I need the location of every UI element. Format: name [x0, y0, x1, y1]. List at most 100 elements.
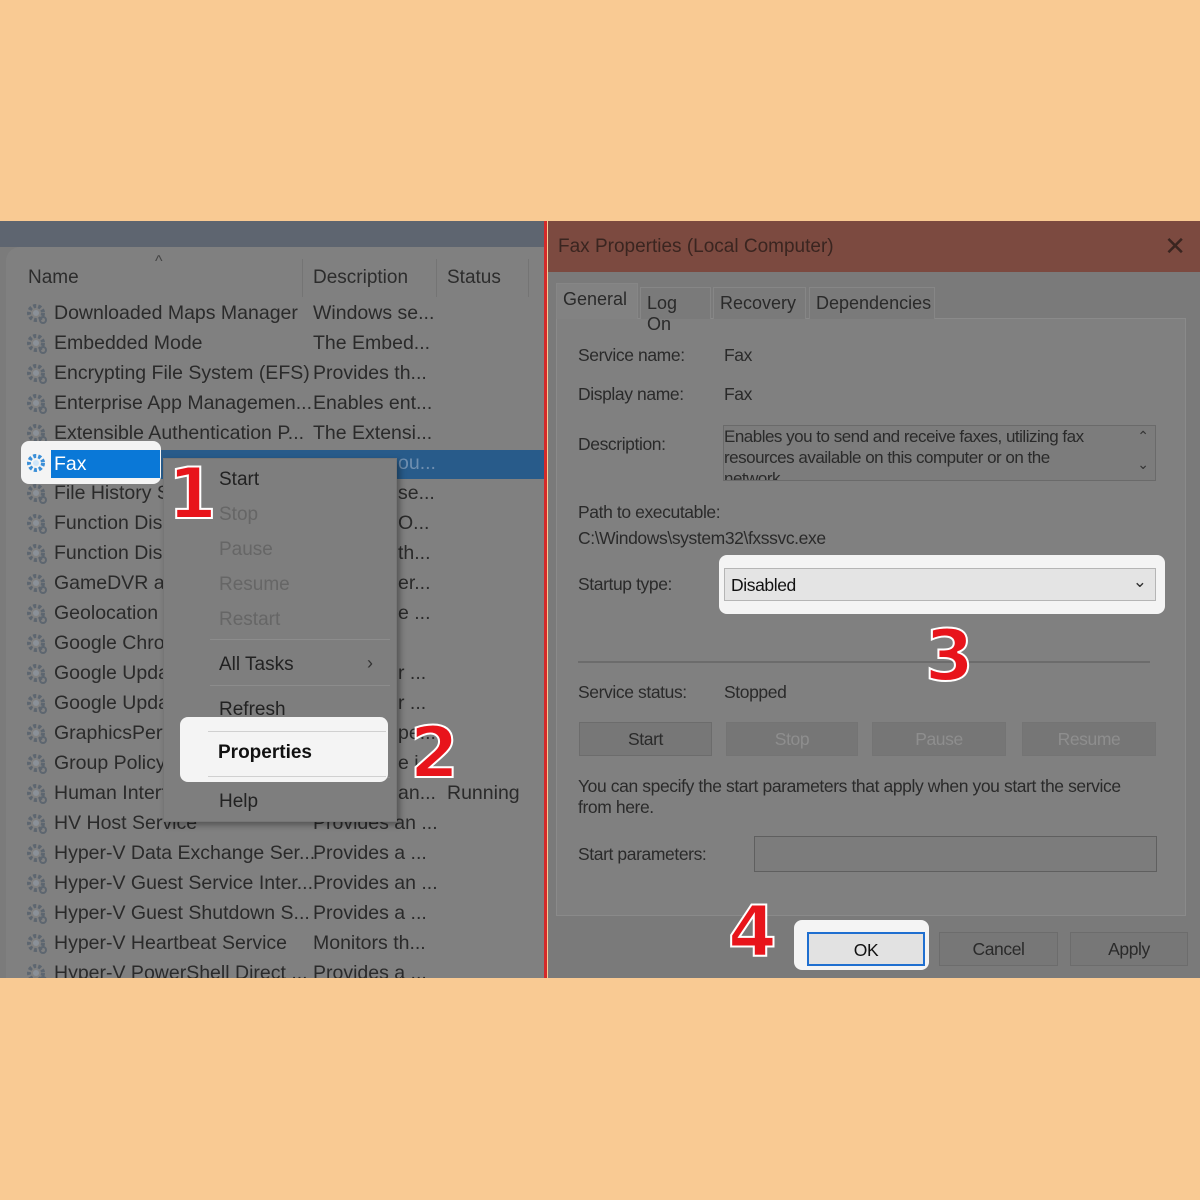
description-label: Description:: [578, 434, 666, 454]
menu-separator: [208, 731, 386, 732]
step-2-highlight: Properties: [180, 717, 388, 782]
tab-recovery[interactable]: Recovery: [713, 287, 806, 319]
gear-icon: [25, 302, 49, 326]
table-row[interactable]: Hyper-V PowerShell Direct ... Provides a …: [0, 959, 545, 978]
gear-icon: [25, 332, 49, 356]
screenshot-area: ^ Name Description Status Downloaded Map…: [0, 221, 1200, 978]
menu-item-restart: Restart: [219, 609, 281, 630]
column-header-status[interactable]: Status: [447, 267, 501, 289]
service-name: GameDVR an: [54, 572, 176, 594]
menu-item-all-tasks[interactable]: All Tasks: [219, 654, 294, 676]
column-header-name[interactable]: Name: [28, 267, 79, 289]
gear-icon: [25, 962, 49, 978]
scroll-up-icon[interactable]: ⌃: [1137, 428, 1149, 445]
menu-separator: [210, 639, 390, 640]
start-parameters-input[interactable]: [754, 836, 1157, 872]
menu-item-stop: Stop: [219, 504, 259, 525]
ok-button[interactable]: OK: [807, 932, 925, 966]
step-number-2: 2: [409, 712, 460, 794]
menu-separator: [208, 776, 386, 777]
fax-properties-dialog: Fax Properties (Local Computer) ✕ Genera…: [548, 221, 1200, 978]
pause-service-button: Pause: [872, 722, 1006, 756]
table-row[interactable]: Downloaded Maps Manager Windows se...: [0, 299, 545, 329]
service-name-value: Fax: [724, 345, 752, 365]
column-header-description[interactable]: Description: [313, 267, 408, 289]
menu-item-start[interactable]: Start: [219, 469, 259, 491]
description-textbox[interactable]: Enables you to send and receive faxes, u…: [723, 425, 1156, 481]
service-name-label: Service name:: [578, 345, 685, 365]
service-name: Enterprise App Managemen...: [54, 392, 312, 414]
cancel-button[interactable]: Cancel: [939, 932, 1058, 966]
table-row[interactable]: Enterprise App Managemen... Enables ent..…: [0, 389, 545, 419]
column-divider[interactable]: [436, 259, 437, 297]
fax-row-selection[interactable]: Fax: [51, 450, 160, 478]
separator: [578, 661, 1150, 663]
tab-general[interactable]: General: [556, 283, 638, 319]
chevron-down-icon: ⌄: [1132, 572, 1147, 591]
table-row[interactable]: Hyper-V Data Exchange Ser... Provides a .…: [0, 839, 545, 869]
service-description: th...: [398, 542, 431, 564]
service-name: Google Upda: [54, 662, 169, 684]
service-name: File History S: [54, 482, 170, 504]
column-divider[interactable]: [528, 259, 529, 297]
service-name: Google Chro: [54, 632, 165, 654]
startup-type-label: Startup type:: [578, 574, 673, 594]
table-row[interactable]: Hyper-V Guest Shutdown S... Provides a ..…: [0, 899, 545, 929]
gear-icon: [25, 932, 49, 956]
service-description: Provides a ...: [313, 902, 427, 924]
menu-item-properties[interactable]: Properties: [218, 742, 312, 764]
service-description: The Extensi...: [313, 422, 433, 444]
menu-separator: [210, 685, 390, 686]
gear-icon: [25, 512, 49, 536]
start-service-button[interactable]: Start: [579, 722, 712, 756]
service-description: se...: [398, 482, 435, 504]
gear-icon: [25, 572, 49, 596]
service-description: er...: [398, 572, 431, 594]
menu-item-pause: Pause: [219, 539, 273, 560]
start-parameters-label: Start parameters:: [578, 844, 707, 864]
gear-icon: [25, 812, 49, 836]
table-row[interactable]: Hyper-V Guest Service Inter... Provides a…: [0, 869, 545, 899]
gear-icon: [25, 542, 49, 566]
general-tab-content: [556, 318, 1186, 916]
service-name: Embedded Mode: [54, 332, 203, 354]
start-parameters-hint: You can specify the start parameters tha…: [578, 776, 1121, 817]
service-name: Hyper-V Heartbeat Service: [54, 932, 288, 954]
gear-icon: [25, 872, 49, 896]
stop-service-button: Stop: [726, 722, 858, 756]
step-number-4: 4: [727, 891, 778, 973]
apply-button[interactable]: Apply: [1070, 932, 1188, 966]
gear-icon: [25, 602, 49, 626]
service-name: Human Interf: [54, 782, 167, 804]
display-name-value: Fax: [724, 384, 752, 404]
service-name: Geolocation S: [54, 602, 177, 624]
path-value: C:\Windows\system32\fxssvc.exe: [578, 528, 826, 548]
gear-icon: [25, 782, 49, 806]
service-description: Provides th...: [313, 362, 427, 384]
table-row[interactable]: Hyper-V Heartbeat Service Monitors th...: [0, 929, 545, 959]
dialog-title: Fax Properties (Local Computer): [558, 236, 834, 257]
service-description: Provides a ...: [313, 842, 427, 864]
tab-dependencies[interactable]: Dependencies: [809, 287, 935, 319]
menu-item-resume: Resume: [219, 574, 290, 595]
gear-icon: [25, 362, 49, 386]
column-divider[interactable]: [302, 259, 303, 297]
fax-row-name: Fax: [54, 453, 87, 475]
service-description: Windows se...: [313, 302, 435, 324]
path-label: Path to executable:: [578, 502, 721, 522]
gear-icon: [27, 454, 45, 472]
divider: [544, 221, 547, 978]
table-row[interactable]: Embedded Mode The Embed...: [0, 329, 545, 359]
scroll-down-icon[interactable]: ⌄: [1137, 456, 1149, 473]
service-description: Provides a ...: [313, 962, 427, 978]
resume-service-button: Resume: [1022, 722, 1156, 756]
tab-log-on[interactable]: Log On: [640, 287, 711, 334]
service-name: Google Upda: [54, 692, 169, 714]
service-status-value: Stopped: [724, 682, 787, 702]
service-name: Hyper-V Data Exchange Ser...: [54, 842, 316, 864]
display-name-label: Display name:: [578, 384, 684, 404]
menu-item-help[interactable]: Help: [219, 791, 258, 813]
close-icon[interactable]: ✕: [1164, 231, 1186, 262]
startup-type-select[interactable]: Disabled ⌄: [724, 568, 1156, 601]
table-row[interactable]: Encrypting File System (EFS) Provides th.…: [0, 359, 545, 389]
